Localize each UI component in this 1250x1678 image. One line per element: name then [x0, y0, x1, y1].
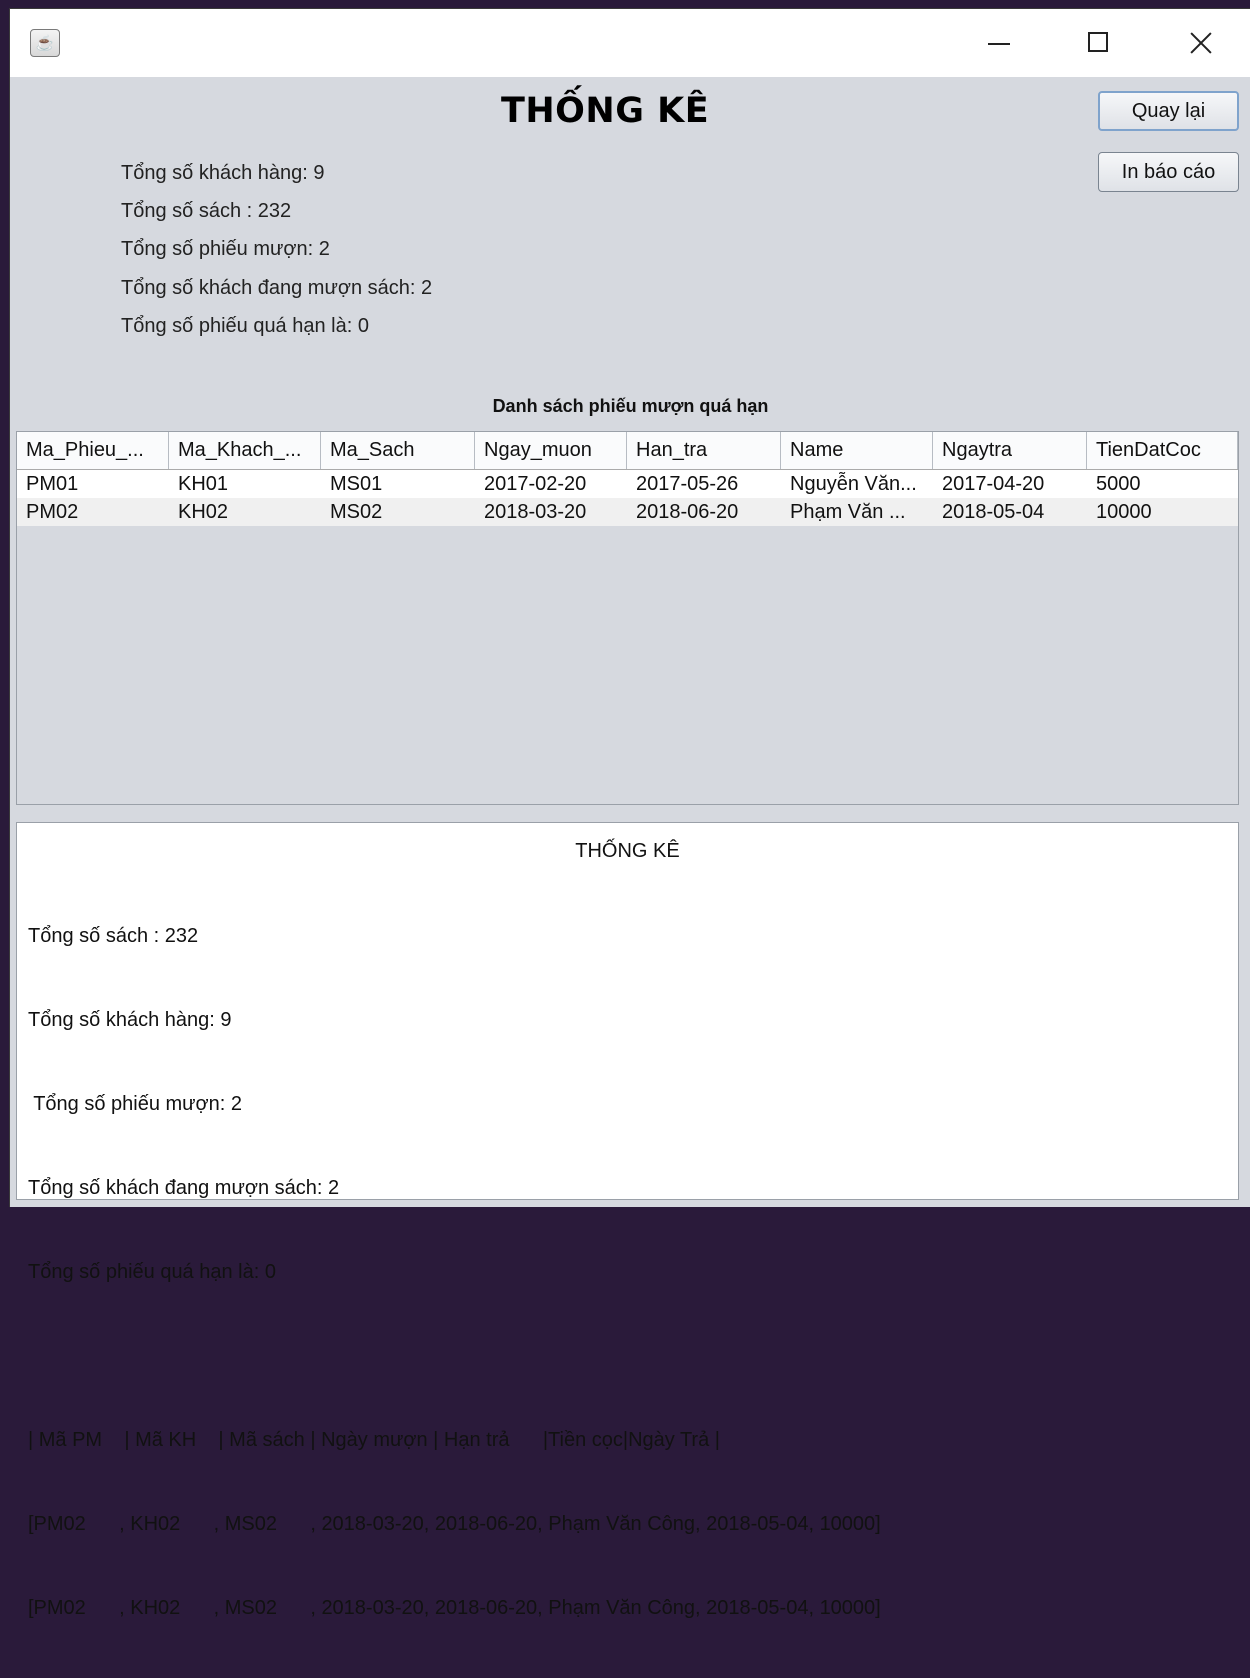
table-cell: 2018-06-20: [636, 501, 739, 523]
back-button[interactable]: Quay lại: [1098, 91, 1239, 131]
overdue-table[interactable]: Ma_Phieu_... Ma_Khach_... Ma_Sach Ngay_m…: [16, 431, 1239, 805]
table-cell: 2018-05-04: [942, 501, 1045, 523]
report-line: [28, 1342, 881, 1370]
table-cell: MS02: [330, 501, 383, 523]
column-header-name[interactable]: Name: [781, 432, 933, 469]
report-line: Tổng số phiếu quá hạn là: 0: [28, 1261, 276, 1283]
minimize-button[interactable]: [976, 23, 1022, 63]
table-header: Ma_Phieu_... Ma_Khach_... Ma_Sach Ngay_m…: [17, 432, 1238, 470]
report-body: Tổng số sách : 232 Tổng số khách hàng: 9…: [28, 866, 881, 1678]
stat-total-loans: Tổng số phiếu mượn: 2: [121, 238, 330, 260]
stat-total-customers: Tổng số khách hàng: 9: [121, 162, 325, 184]
page-title: THỐNG KÊ: [501, 91, 710, 131]
table-cell: PM01: [26, 473, 79, 495]
report-line: Tổng số khách hàng: 9: [28, 1009, 232, 1031]
column-header-return-date[interactable]: Ngaytra: [933, 432, 1087, 469]
table-row[interactable]: PM02 KH02 MS02 2018-03-20 2018-06-20 Phạ…: [17, 498, 1238, 526]
app-window: ☕ THỐNG KÊ Quay lại In báo cáo Tổng số k…: [9, 8, 1250, 1619]
report-title: THỐNG KÊ: [575, 840, 680, 862]
report-line: [PM02 , KH02 , MS02 , 2018-03-20, 2018-0…: [28, 1597, 881, 1619]
maximize-button[interactable]: [1076, 23, 1122, 63]
column-header-book-id[interactable]: Ma_Sach: [321, 432, 475, 469]
column-header-due-date[interactable]: Han_tra: [627, 432, 781, 469]
table-cell: PM02: [26, 501, 79, 523]
report-line: Tổng số khách đang mượn sách: 2: [28, 1177, 340, 1199]
report-line: | Mã PM | Mã KH | Mã sách | Ngày mượn | …: [28, 1429, 720, 1451]
table-cell: 2017-05-26: [636, 473, 739, 495]
report-line: Tổng số sách : 232: [28, 925, 199, 947]
table-cell: 2017-04-20: [942, 473, 1045, 495]
column-header-deposit[interactable]: TienDatCoc: [1087, 432, 1238, 469]
java-cup-icon[interactable]: ☕: [30, 29, 60, 57]
report-text-area[interactable]: THỐNG KÊ Tổng số sách : 232 Tổng số khác…: [16, 822, 1239, 1619]
close-button[interactable]: [1178, 23, 1224, 63]
table-cell: 2018-03-20: [484, 501, 587, 523]
report-line: Tổng số phiếu mượn: 2: [28, 1093, 243, 1115]
column-header-borrow-date[interactable]: Ngay_muon: [475, 432, 627, 469]
stat-total-books: Tổng số sách : 232: [121, 200, 292, 222]
table-cell: 2017-02-20: [484, 473, 587, 495]
print-report-button[interactable]: In báo cáo: [1098, 152, 1239, 192]
title-bar: ☕: [10, 9, 1250, 77]
table-cell: Phạm Văn ...: [790, 501, 906, 523]
table-cell: KH02: [178, 501, 229, 523]
table-cell: MS01: [330, 473, 383, 495]
table-cell: 5000: [1096, 473, 1141, 495]
table-cell: 10000: [1096, 501, 1152, 523]
column-header-customer-id[interactable]: Ma_Khach_...: [169, 432, 321, 469]
stat-active-borrowers: Tổng số khách đang mượn sách: 2: [121, 277, 433, 299]
column-header-loan-id[interactable]: Ma_Phieu_...: [17, 432, 169, 469]
overdue-list-label: Danh sách phiếu mượn quá hạn: [492, 396, 769, 416]
report-line: [PM02 , KH02 , MS02 , 2018-03-20, 2018-0…: [28, 1513, 881, 1535]
stat-overdue-loans: Tổng số phiếu quá hạn là: 0: [121, 315, 369, 337]
table-cell: KH01: [178, 473, 229, 495]
table-row[interactable]: PM01 KH01 MS01 2017-02-20 2017-05-26 Ngu…: [17, 470, 1238, 498]
table-cell: Nguyễn Văn...: [790, 473, 917, 495]
